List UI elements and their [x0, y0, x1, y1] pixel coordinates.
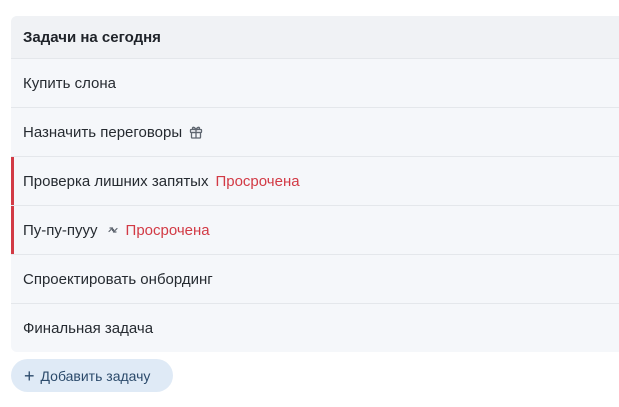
overdue-badge: Просрочена	[125, 221, 210, 239]
today-tasks-panel: Задачи на сегодня Купить слона Назначить…	[11, 16, 619, 352]
plus-icon: +	[24, 365, 35, 386]
task-title: Назначить переговоры	[23, 123, 183, 141]
task-row[interactable]: Купить слона	[11, 59, 619, 108]
task-row[interactable]: Назначить переговоры	[11, 108, 619, 157]
add-task-button[interactable]: + Добавить задачу	[11, 359, 173, 392]
repeat-icon	[107, 224, 119, 236]
task-row[interactable]: Финальная задача	[11, 304, 619, 352]
task-row[interactable]: Спроектировать онбординг	[11, 255, 619, 304]
overdue-badge: Просрочена	[215, 172, 300, 190]
add-task-label: Добавить задачу	[40, 367, 151, 384]
task-title: Проверка лишних запятых	[23, 172, 209, 190]
gift-icon	[189, 125, 203, 139]
task-row[interactable]: Проверка лишних запятых Просрочена	[11, 157, 619, 206]
task-title: Спроектировать онбординг	[23, 270, 213, 288]
task-title: Купить слона	[23, 74, 116, 92]
task-title: Финальная задача	[23, 319, 154, 337]
panel-title: Задачи на сегодня	[11, 16, 619, 59]
task-row[interactable]: Пу-пу-пууу Просрочена	[11, 206, 619, 255]
task-title: Пу-пу-пууу	[23, 221, 98, 239]
